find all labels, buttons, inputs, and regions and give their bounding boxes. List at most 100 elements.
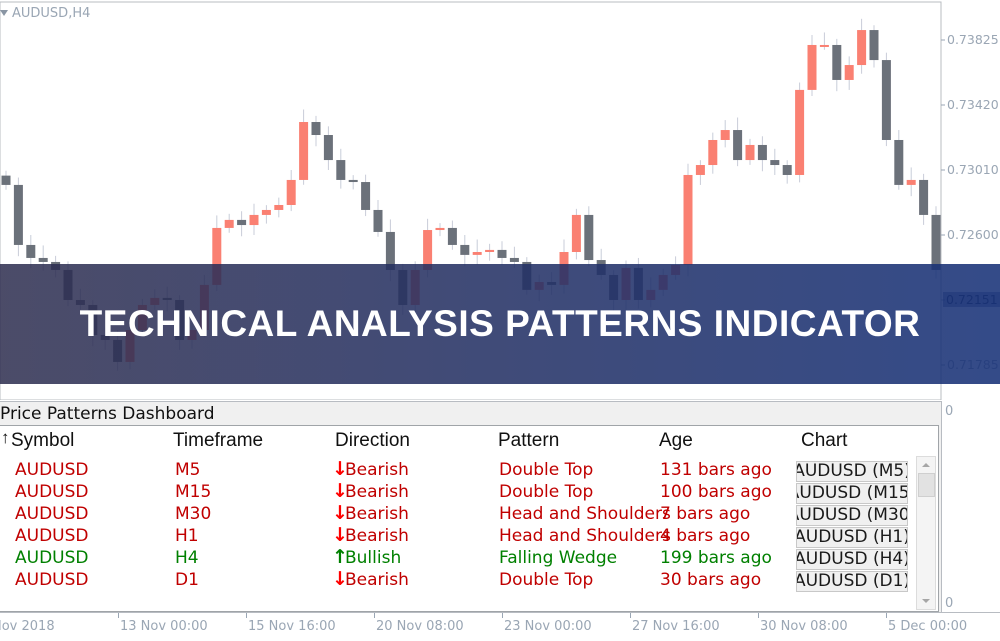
sort-arrow-up-icon[interactable]: ↑ — [1, 428, 10, 448]
time-axis: Nov 2018 13 Nov 00:00 15 Nov 16:00 20 Nov 0… — [0, 612, 1000, 641]
candle-body — [336, 160, 346, 180]
time-label: 13 Nov 00:00 — [120, 619, 208, 634]
bull-candle — [286, 170, 296, 212]
time-tick — [886, 613, 887, 618]
open-chart-button-label: AUDUSD (D1) — [796, 571, 908, 591]
scroll-up-arrow-icon[interactable] — [922, 463, 930, 467]
time-label: 15 Nov 16:00 — [248, 619, 336, 634]
bear-candle — [348, 175, 358, 190]
row-symbol: AUDUSD — [15, 504, 89, 524]
column-header-direction[interactable]: Direction — [335, 430, 410, 452]
row-direction: Bearish — [345, 504, 409, 524]
scroll-thumb[interactable] — [918, 473, 935, 497]
bull-candle — [249, 203, 259, 235]
bull-candle — [695, 160, 705, 185]
bear-candle — [323, 126, 333, 170]
column-header-symbol[interactable]: Symbol — [11, 430, 74, 452]
open-chart-button[interactable]: AUDUSD (D1) — [796, 571, 908, 592]
row-age: 199 bars ago — [660, 548, 772, 568]
row-age: 131 bars ago — [660, 460, 772, 480]
open-chart-button[interactable]: AUDUSD (H4) — [796, 549, 908, 570]
scroll-down-arrow-icon[interactable] — [922, 599, 930, 603]
bear-candle — [373, 200, 383, 237]
candle-body — [26, 244, 36, 258]
bear-candle — [881, 52, 891, 147]
pattern-row[interactable]: AUDUSD H1 ↓ Bearish Head and Shoulders 4 bars… — [0, 524, 910, 548]
candle-body — [720, 130, 730, 140]
row-pattern: Head and Shoulders — [499, 504, 671, 524]
open-chart-button[interactable]: AUDUSD (M30) — [796, 505, 908, 526]
bear-candle — [460, 235, 470, 267]
pattern-row[interactable]: AUDUSD D1 ↓ Bearish Double Top 30 bars ago AUD… — [0, 568, 910, 592]
symbol-timeframe-label: AUDUSD,H4 — [12, 6, 91, 21]
candle-body — [435, 227, 445, 231]
price-label: 0.73825 — [947, 32, 999, 47]
pattern-row[interactable]: AUDUSD M30 ↓ Bearish Head and Shoulders 7 bar… — [0, 502, 910, 526]
candle-body — [832, 44, 842, 80]
chart-menu-triangle-icon[interactable] — [0, 10, 8, 16]
bear-candle — [26, 235, 36, 268]
candle-body — [881, 60, 891, 140]
bull-candle — [571, 208, 581, 260]
bull-candle — [906, 167, 916, 197]
time-tick — [246, 613, 247, 618]
candle-body — [844, 65, 854, 80]
row-direction: Bearish — [345, 460, 409, 480]
candle-body — [795, 89, 805, 175]
candle-body — [770, 160, 780, 166]
time-label: 27 Nov 16:00 — [632, 619, 720, 634]
pattern-row[interactable]: AUDUSD H4 ↑ Bullish Falling Wedge 199 bars ag… — [0, 546, 910, 570]
bear-candle — [336, 148, 346, 189]
list-scrollbar[interactable] — [916, 456, 936, 610]
candle-body — [695, 165, 705, 175]
price-label: 0.73010 — [947, 162, 999, 177]
bear-candle — [1, 170, 11, 190]
bull-candle — [795, 82, 805, 183]
open-chart-button[interactable]: AUDUSD (H1) — [796, 527, 908, 548]
row-direction: Bearish — [345, 570, 409, 590]
row-age: 100 bars ago — [660, 482, 772, 502]
candle-body — [373, 209, 383, 232]
row-symbol: AUDUSD — [15, 548, 89, 568]
time-tick — [502, 613, 503, 618]
bear-candle — [361, 174, 371, 217]
candle-body — [894, 139, 904, 185]
open-chart-button[interactable]: AUDUSD (M5) — [796, 461, 908, 482]
bear-candle — [733, 117, 743, 167]
banner-title: TECHNICAL ANALYSIS PATTERNS INDICATOR — [79, 303, 921, 344]
row-age: 4 bars ago — [660, 526, 751, 546]
row-timeframe: H1 — [175, 526, 199, 546]
row-age: 7 bars ago — [660, 504, 751, 524]
pattern-row[interactable]: AUDUSDM15↓BearishDouble Top100 bars agoA… — [0, 480, 910, 504]
time-tick — [758, 613, 759, 618]
bear-candle — [13, 177, 23, 257]
pattern-row[interactable]: AUDUSD M5 ↓ Bearish Double Top 131 bars ago AU… — [0, 458, 910, 482]
row-symbol: AUDUSD — [15, 570, 89, 590]
row-timeframe: M15 — [175, 482, 212, 502]
candle-body — [584, 214, 594, 261]
column-header-age[interactable]: Age — [659, 430, 693, 452]
open-chart-button[interactable]: AUDUSD (M15) — [796, 483, 908, 504]
candle-body — [571, 214, 581, 253]
row-timeframe: H4 — [175, 548, 199, 568]
row-timeframe: M30 — [175, 504, 212, 524]
time-tick — [630, 613, 631, 618]
column-header-pattern[interactable]: Pattern — [498, 430, 559, 452]
candle-body — [782, 165, 792, 175]
candle-body — [286, 179, 296, 205]
time-tick — [118, 613, 119, 618]
bull-candle — [844, 56, 854, 90]
row-symbol: AUDUSD — [15, 526, 89, 546]
candle-body — [497, 249, 507, 258]
bull-candle — [708, 132, 718, 174]
open-chart-button-label: AUDUSD (M30) — [797, 505, 907, 525]
candle-body — [224, 219, 234, 228]
candle-body — [906, 179, 916, 185]
column-header-chart[interactable]: Chart — [801, 430, 847, 452]
row-direction: Bearish — [345, 526, 409, 546]
row-direction: Bearish — [345, 482, 409, 502]
bull-candle — [472, 239, 482, 265]
candle-body — [869, 30, 879, 61]
candle-body — [237, 219, 247, 226]
column-header-timeframe[interactable]: Timeframe — [173, 430, 263, 452]
